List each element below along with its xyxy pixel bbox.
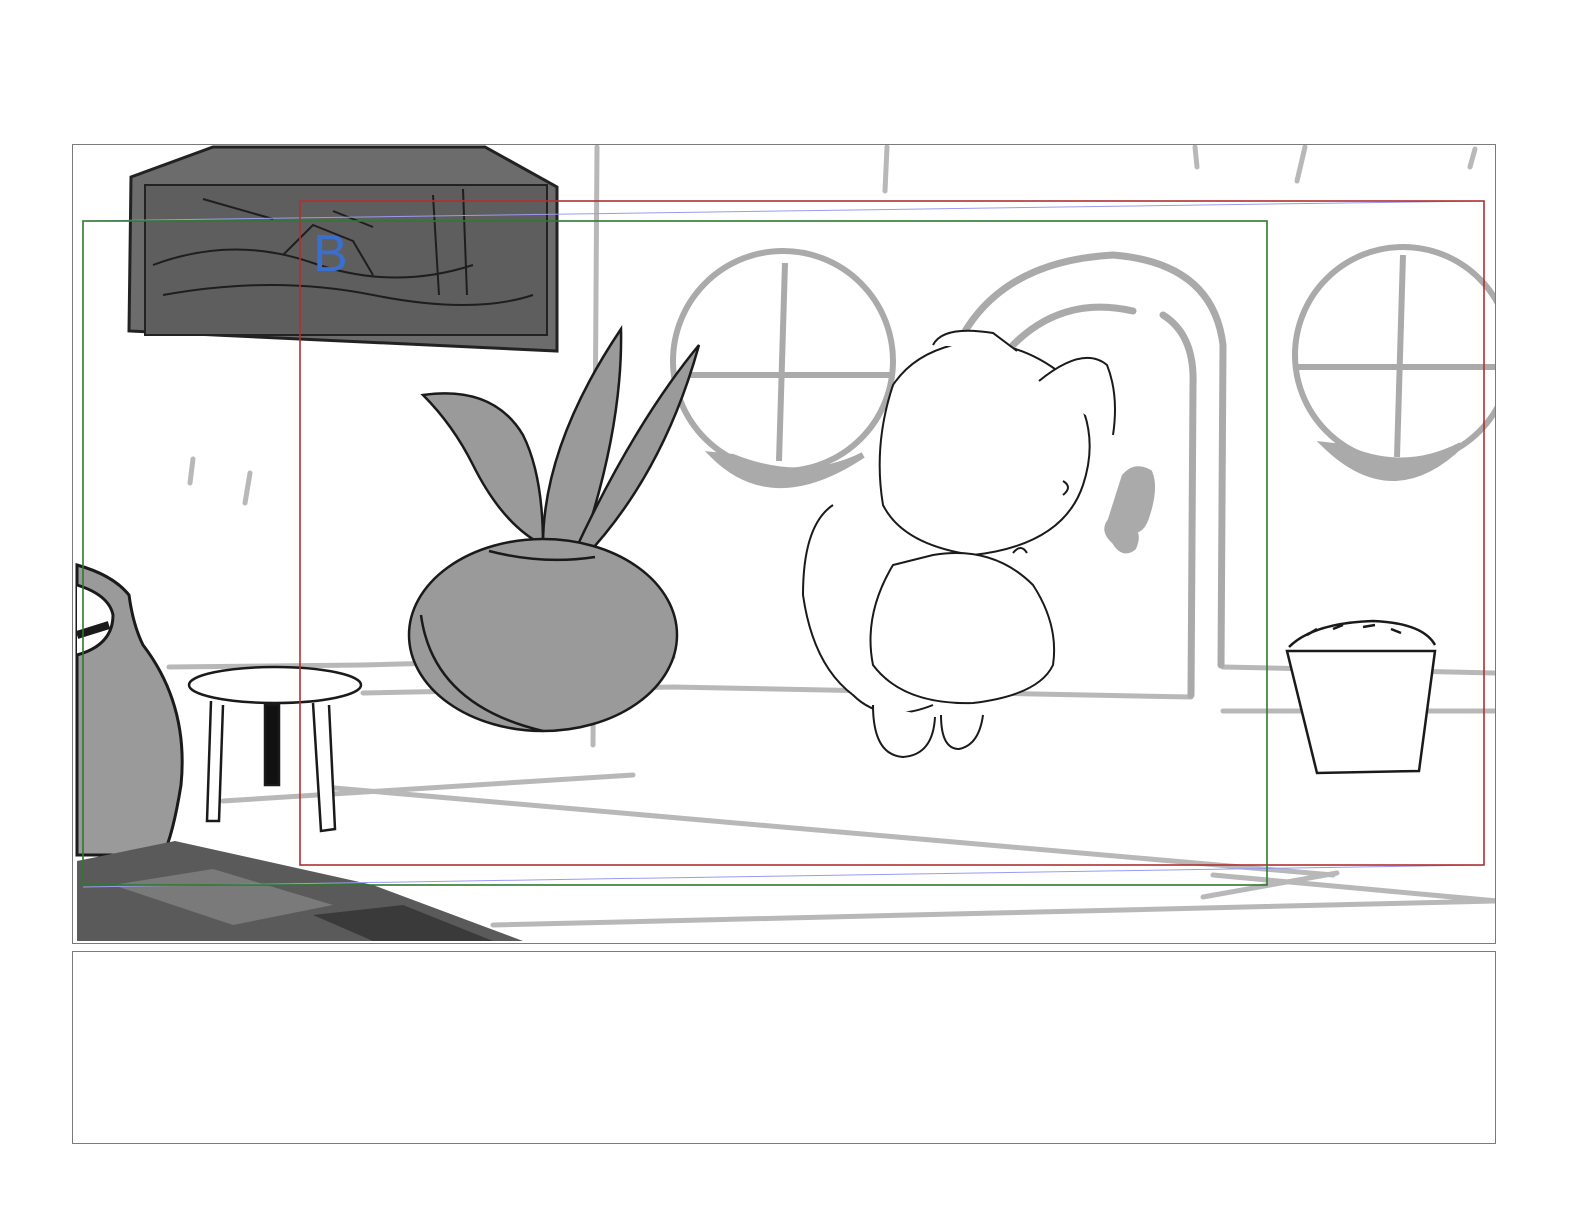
round-window-right [1292,244,1495,481]
wall-painting: B [127,145,559,353]
storyboard-panel[interactable]: B [72,144,1496,944]
storyboard-page: B [0,0,1584,1224]
stool [187,665,363,833]
panel-drawing: B [75,145,1495,941]
bucket [1285,619,1437,775]
round-window-left [670,248,896,488]
potted-plant [407,325,701,733]
vase [75,563,184,857]
panel-notes-box[interactable] [72,951,1496,1144]
layer-label-b: B [313,225,348,283]
